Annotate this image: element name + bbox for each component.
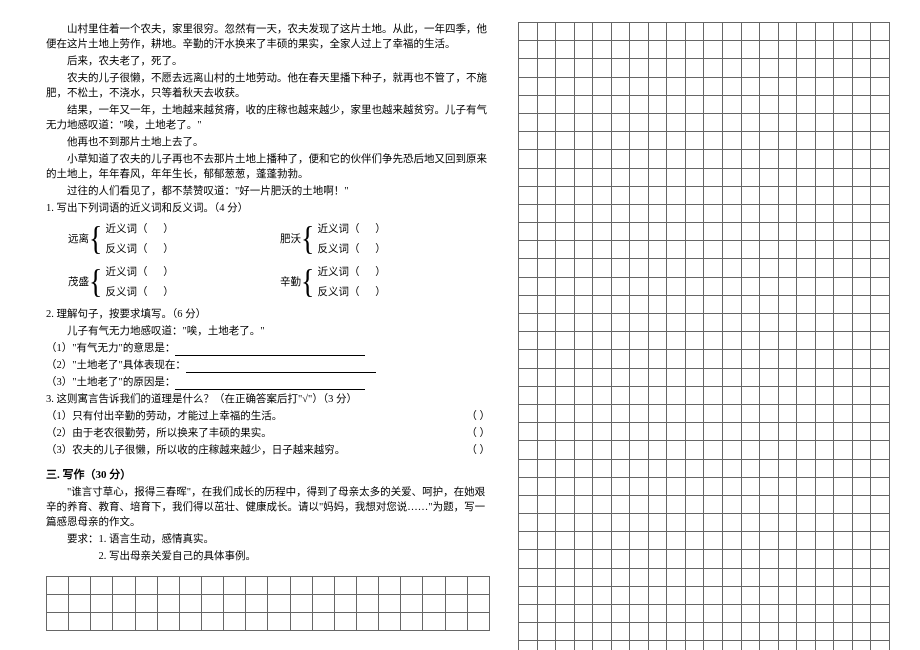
passage-p1: 山村里住着一个农夫，家里很穷。忽然有一天，农夫发现了这片土地。从此，一年四季，他… — [46, 22, 490, 52]
answer-grid-left[interactable] — [46, 576, 490, 631]
reading-passage: 山村里住着一个农夫，家里很穷。忽然有一天，农夫发现了这片土地。从此，一年四季，他… — [46, 22, 490, 199]
brace-icon: { — [89, 228, 102, 252]
writing-prompt: "谁言寸草心，报得三春晖"，在我们成长的历程中，得到了母亲太多的关爱、呵护，在她… — [46, 485, 490, 530]
q2-sub2: （2）"土地老了"具体表现在： — [46, 358, 490, 373]
q3-opt1: （1）只有付出辛勤的劳动，才能过上幸福的生活。（ ） — [46, 409, 490, 424]
brace-icon: { — [301, 228, 314, 252]
q1-title: 1. 写出下列词语的近义词和反义词。（4 分） — [46, 201, 490, 216]
passage-p4: 结果，一年又一年，土地越来越贫瘠，收的庄稼也越来越少，家里也越来越贫穷。儿子有气… — [46, 103, 490, 133]
writing-heading: 三. 写作（30 分） — [46, 468, 490, 483]
right-column — [508, 0, 920, 650]
passage-p3: 农夫的儿子很懒，不愿去远离山村的土地劳动。他在春天里播下种子，就再也不管了，不施… — [46, 71, 490, 101]
passage-p6: 小草知道了农夫的儿子再也不去那片土地上播种了，便和它的伙伴们争先恐后地又回到原来… — [46, 152, 490, 182]
q2-quote: 儿子有气无力地感叹道："唉，土地老了。" — [46, 324, 490, 339]
q2-title: 2. 理解句子，按要求填写。（6 分） — [46, 307, 490, 322]
q2-sub3: （3）"土地老了"的原因是： — [46, 375, 490, 390]
answer-line[interactable] — [175, 377, 365, 390]
answer-grid-right[interactable] — [518, 22, 890, 650]
q3-title: 3. 这则寓言告诉我们的道理是什么？（在正确答案后打"√"）（3 分） — [46, 392, 490, 407]
writing-req1: 要求：1. 语言生动，感情真实。 — [46, 532, 490, 547]
q3-opt2: （2）由于老农很勤劳，所以换来了丰硕的果实。（ ） — [46, 426, 490, 441]
left-column: 山村里住着一个农夫，家里很穷。忽然有一天，农夫发现了这片土地。从此，一年四季，他… — [0, 0, 508, 650]
word-yuanli: 远离 — [68, 232, 89, 248]
word-xinqin: 辛勤 — [280, 275, 301, 291]
check-blank[interactable]: （ ） — [466, 426, 490, 441]
writing-block: "谁言寸草心，报得三春晖"，在我们成长的历程中，得到了母亲太多的关爱、呵护，在她… — [46, 485, 490, 530]
vocab-table: 远离 { 近义词（ ） 反义词（ ） 肥沃 { 近义词（ ） 反义词（ ） — [46, 220, 490, 303]
passage-p2: 后来，农夫老了，死了。 — [46, 54, 490, 69]
page: 山村里住着一个农夫，家里很穷。忽然有一天，农夫发现了这片土地。从此，一年四季，他… — [0, 0, 920, 650]
brace-icon: { — [301, 271, 314, 295]
passage-p7: 过往的人们看见了，都不禁赞叹道："好一片肥沃的土地啊！" — [46, 184, 490, 199]
writing-req2: 2. 写出母亲关爱自己的具体事例。 — [46, 549, 490, 564]
passage-p5: 他再也不到那片土地上去了。 — [46, 135, 490, 150]
q2-sub1: （1）"有气无力"的意思是： — [46, 341, 490, 356]
answer-line[interactable] — [175, 343, 365, 356]
check-blank[interactable]: （ ） — [466, 409, 490, 424]
brace-icon: { — [89, 271, 102, 295]
word-maosheng: 茂盛 — [68, 275, 89, 291]
answer-line[interactable] — [186, 360, 376, 373]
q3-opt3: （3）农夫的儿子很懒，所以收的庄稼越来越少，日子越来越穷。（ ） — [46, 443, 490, 458]
word-feiwo: 肥沃 — [280, 232, 301, 248]
check-blank[interactable]: （ ） — [466, 443, 490, 458]
